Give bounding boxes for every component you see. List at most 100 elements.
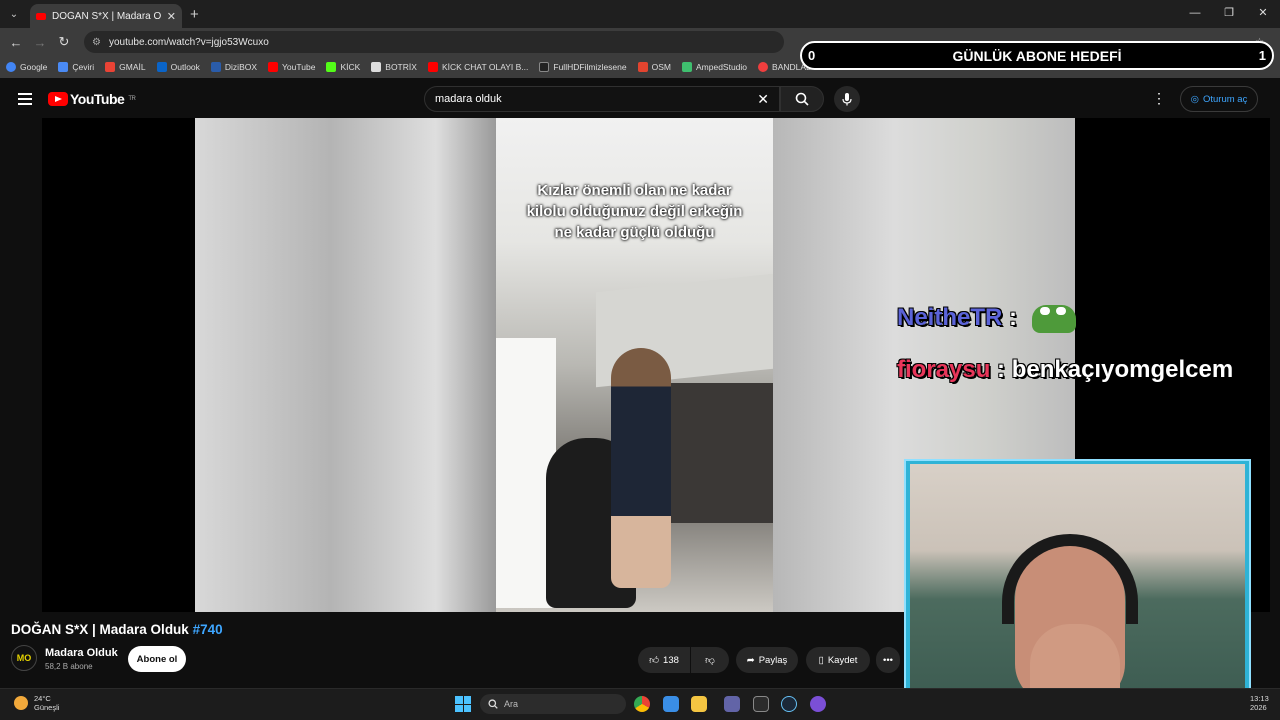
save-label: Kaydet (827, 654, 858, 666)
system-clock[interactable]: 13:13 2026 (1250, 694, 1269, 712)
browser-tab-active[interactable]: DOĞAN S*X | Madara Olduk #7 ✕ (30, 4, 182, 28)
clock-year: 2026 (1250, 703, 1267, 712)
window-controls: — ❐ ✕ (1178, 0, 1280, 28)
more-actions-button[interactable]: ••• (876, 647, 900, 673)
youtube-favicon-icon (36, 12, 46, 20)
kick-icon (326, 62, 337, 72)
google-icon (6, 62, 16, 72)
bookmark-icon: ▯ (818, 654, 824, 666)
bookmark-kick[interactable]: KİCK (326, 62, 360, 72)
teams-icon[interactable] (724, 696, 740, 712)
new-tab-button[interactable]: + (190, 6, 199, 23)
video-caption: Kızlar önemli olan ne kadar kilolu olduğ… (526, 182, 743, 241)
share-button[interactable]: ➦ Paylaş (736, 647, 798, 673)
like-button[interactable]: 👍︎ 138 (638, 647, 690, 673)
save-button[interactable]: ▯ Kaydet (806, 647, 870, 673)
share-icon: ➦ (746, 654, 755, 666)
goal-title: GÜNLÜK ABONE HEDEFİ (952, 47, 1122, 64)
video-title: DOĞAN S*X | Madara Olduk #740 (11, 622, 223, 637)
dizibox-icon (210, 62, 221, 72)
subscribe-button[interactable]: Abone ol (128, 646, 186, 672)
bookmark-youtube[interactable]: YouTube (268, 62, 315, 72)
search-icon (795, 92, 809, 106)
back-icon[interactable]: ← (4, 35, 28, 50)
steam-icon[interactable] (781, 696, 797, 712)
headphones (1002, 534, 1138, 624)
windows-start-icon[interactable] (455, 696, 471, 712)
chrome-icon[interactable] (634, 696, 650, 712)
sun-icon (14, 696, 28, 710)
url-text: youtube.com/watch?v=jgjo53Wcuxo (108, 36, 269, 48)
clock-time: 13:13 (1250, 694, 1269, 703)
translate-icon (58, 62, 69, 72)
bookmark-ampedstudio[interactable]: AmpedStudio (681, 62, 747, 72)
bandlab-icon (758, 62, 769, 72)
more-horizontal-icon: ••• (883, 654, 893, 666)
epic-games-icon[interactable] (753, 696, 769, 712)
goal-target-count: 1 (1258, 48, 1266, 63)
channel-avatar[interactable]: MO (11, 645, 37, 671)
tab-title: DOĞAN S*X | Madara Olduk #7 (52, 10, 161, 22)
channel-name[interactable]: Madara Olduk (45, 647, 118, 659)
subscriber-goal-bar: 0 GÜNLÜK ABONE HEDEFİ 1 (800, 41, 1274, 70)
like-count: 138 (663, 654, 679, 666)
settings-more-icon[interactable]: ⋮ (1152, 90, 1166, 107)
ampedstudio-icon (681, 62, 692, 72)
weather-condition: Güneşli (34, 703, 60, 712)
tab-list-button[interactable]: ⌄ (4, 4, 24, 24)
woman-figure (611, 348, 671, 588)
file-explorer-icon[interactable] (691, 696, 707, 712)
bookmark-dizibox[interactable]: DiziBOX (210, 62, 257, 72)
sign-in-label: Oturum aç (1202, 93, 1248, 105)
site-info-icon[interactable]: ⚙ (92, 37, 101, 48)
clear-search-icon[interactable]: ✕ (757, 91, 769, 108)
bookmark-google[interactable]: Google (6, 62, 47, 72)
bookmark-fullhd[interactable]: FullHDFilmizlesene (539, 62, 627, 72)
dislike-button[interactable]: 👎︎ (691, 647, 729, 673)
address-bar[interactable]: ⚙ youtube.com/watch?v=jgjo53Wcuxo (84, 31, 784, 53)
voice-search-button[interactable] (834, 86, 860, 112)
account-icon: ◎ (1190, 93, 1199, 105)
thumbs-down-icon: 👎︎ (705, 655, 715, 666)
menu-icon[interactable] (18, 90, 32, 108)
video-frame[interactable]: Kızlar önemli olan ne kadar kilolu olduğ… (496, 118, 773, 612)
forward-icon[interactable]: → (28, 35, 52, 50)
film-icon (539, 62, 550, 72)
bookmark-outlook[interactable]: Outlook (156, 62, 200, 72)
goal-start-count: 0 (808, 48, 816, 63)
chat-username: NeitheTR (897, 304, 1003, 331)
search-icon (488, 699, 498, 709)
youtube-icon (427, 62, 438, 72)
bookmark-translate[interactable]: Çeviri (58, 62, 94, 72)
temperature: 24°C (34, 694, 51, 703)
search-button[interactable] (780, 86, 824, 112)
weather-widget[interactable]: 24°C Güneşli (14, 694, 59, 712)
thumbs-up-icon: 👍︎ (649, 655, 660, 666)
close-window-icon[interactable]: ✕ (1246, 0, 1280, 28)
chat-message-2: fioraysu : benkaçıyomgelcem (897, 356, 1234, 383)
search-input[interactable]: madara olduk ✕ (424, 86, 780, 112)
chat-username: fioraysu (897, 356, 991, 383)
region-code: TR (128, 96, 136, 102)
taskbar-search[interactable]: Ara (480, 694, 626, 714)
youtube-logo[interactable]: YouTube TR (48, 91, 136, 107)
subscriber-count: 58,2 B abone (45, 662, 93, 671)
search-query: madara olduk (435, 93, 502, 105)
reload-icon[interactable]: ↻ (52, 34, 76, 50)
streamer-webcam (910, 464, 1245, 710)
mail-icon[interactable] (663, 696, 679, 712)
sign-in-button[interactable]: ◎ Oturum aç (1180, 86, 1258, 112)
botrix-icon (371, 62, 382, 72)
browser-tab-bar: ⌄ DOĞAN S*X | Madara Olduk #7 ✕ + — ❐ ✕ (0, 0, 1280, 28)
restore-icon[interactable]: ❐ (1212, 0, 1246, 28)
close-tab-icon[interactable]: ✕ (167, 10, 176, 23)
outlook-icon (156, 62, 167, 72)
minimize-icon[interactable]: — (1178, 0, 1212, 28)
bookmark-gmail[interactable]: GMAİL (105, 62, 146, 72)
video-hashtag[interactable]: #740 (193, 622, 223, 637)
bookmark-botrix[interactable]: BOTRİX (371, 62, 417, 72)
chat-text: benkaçıyomgelcem (1011, 356, 1234, 383)
bookmark-kick-chat[interactable]: KİCK CHAT OLAYI B... (427, 62, 528, 72)
bookmark-osm[interactable]: OSM (637, 62, 671, 72)
app-icon[interactable] (810, 696, 826, 712)
